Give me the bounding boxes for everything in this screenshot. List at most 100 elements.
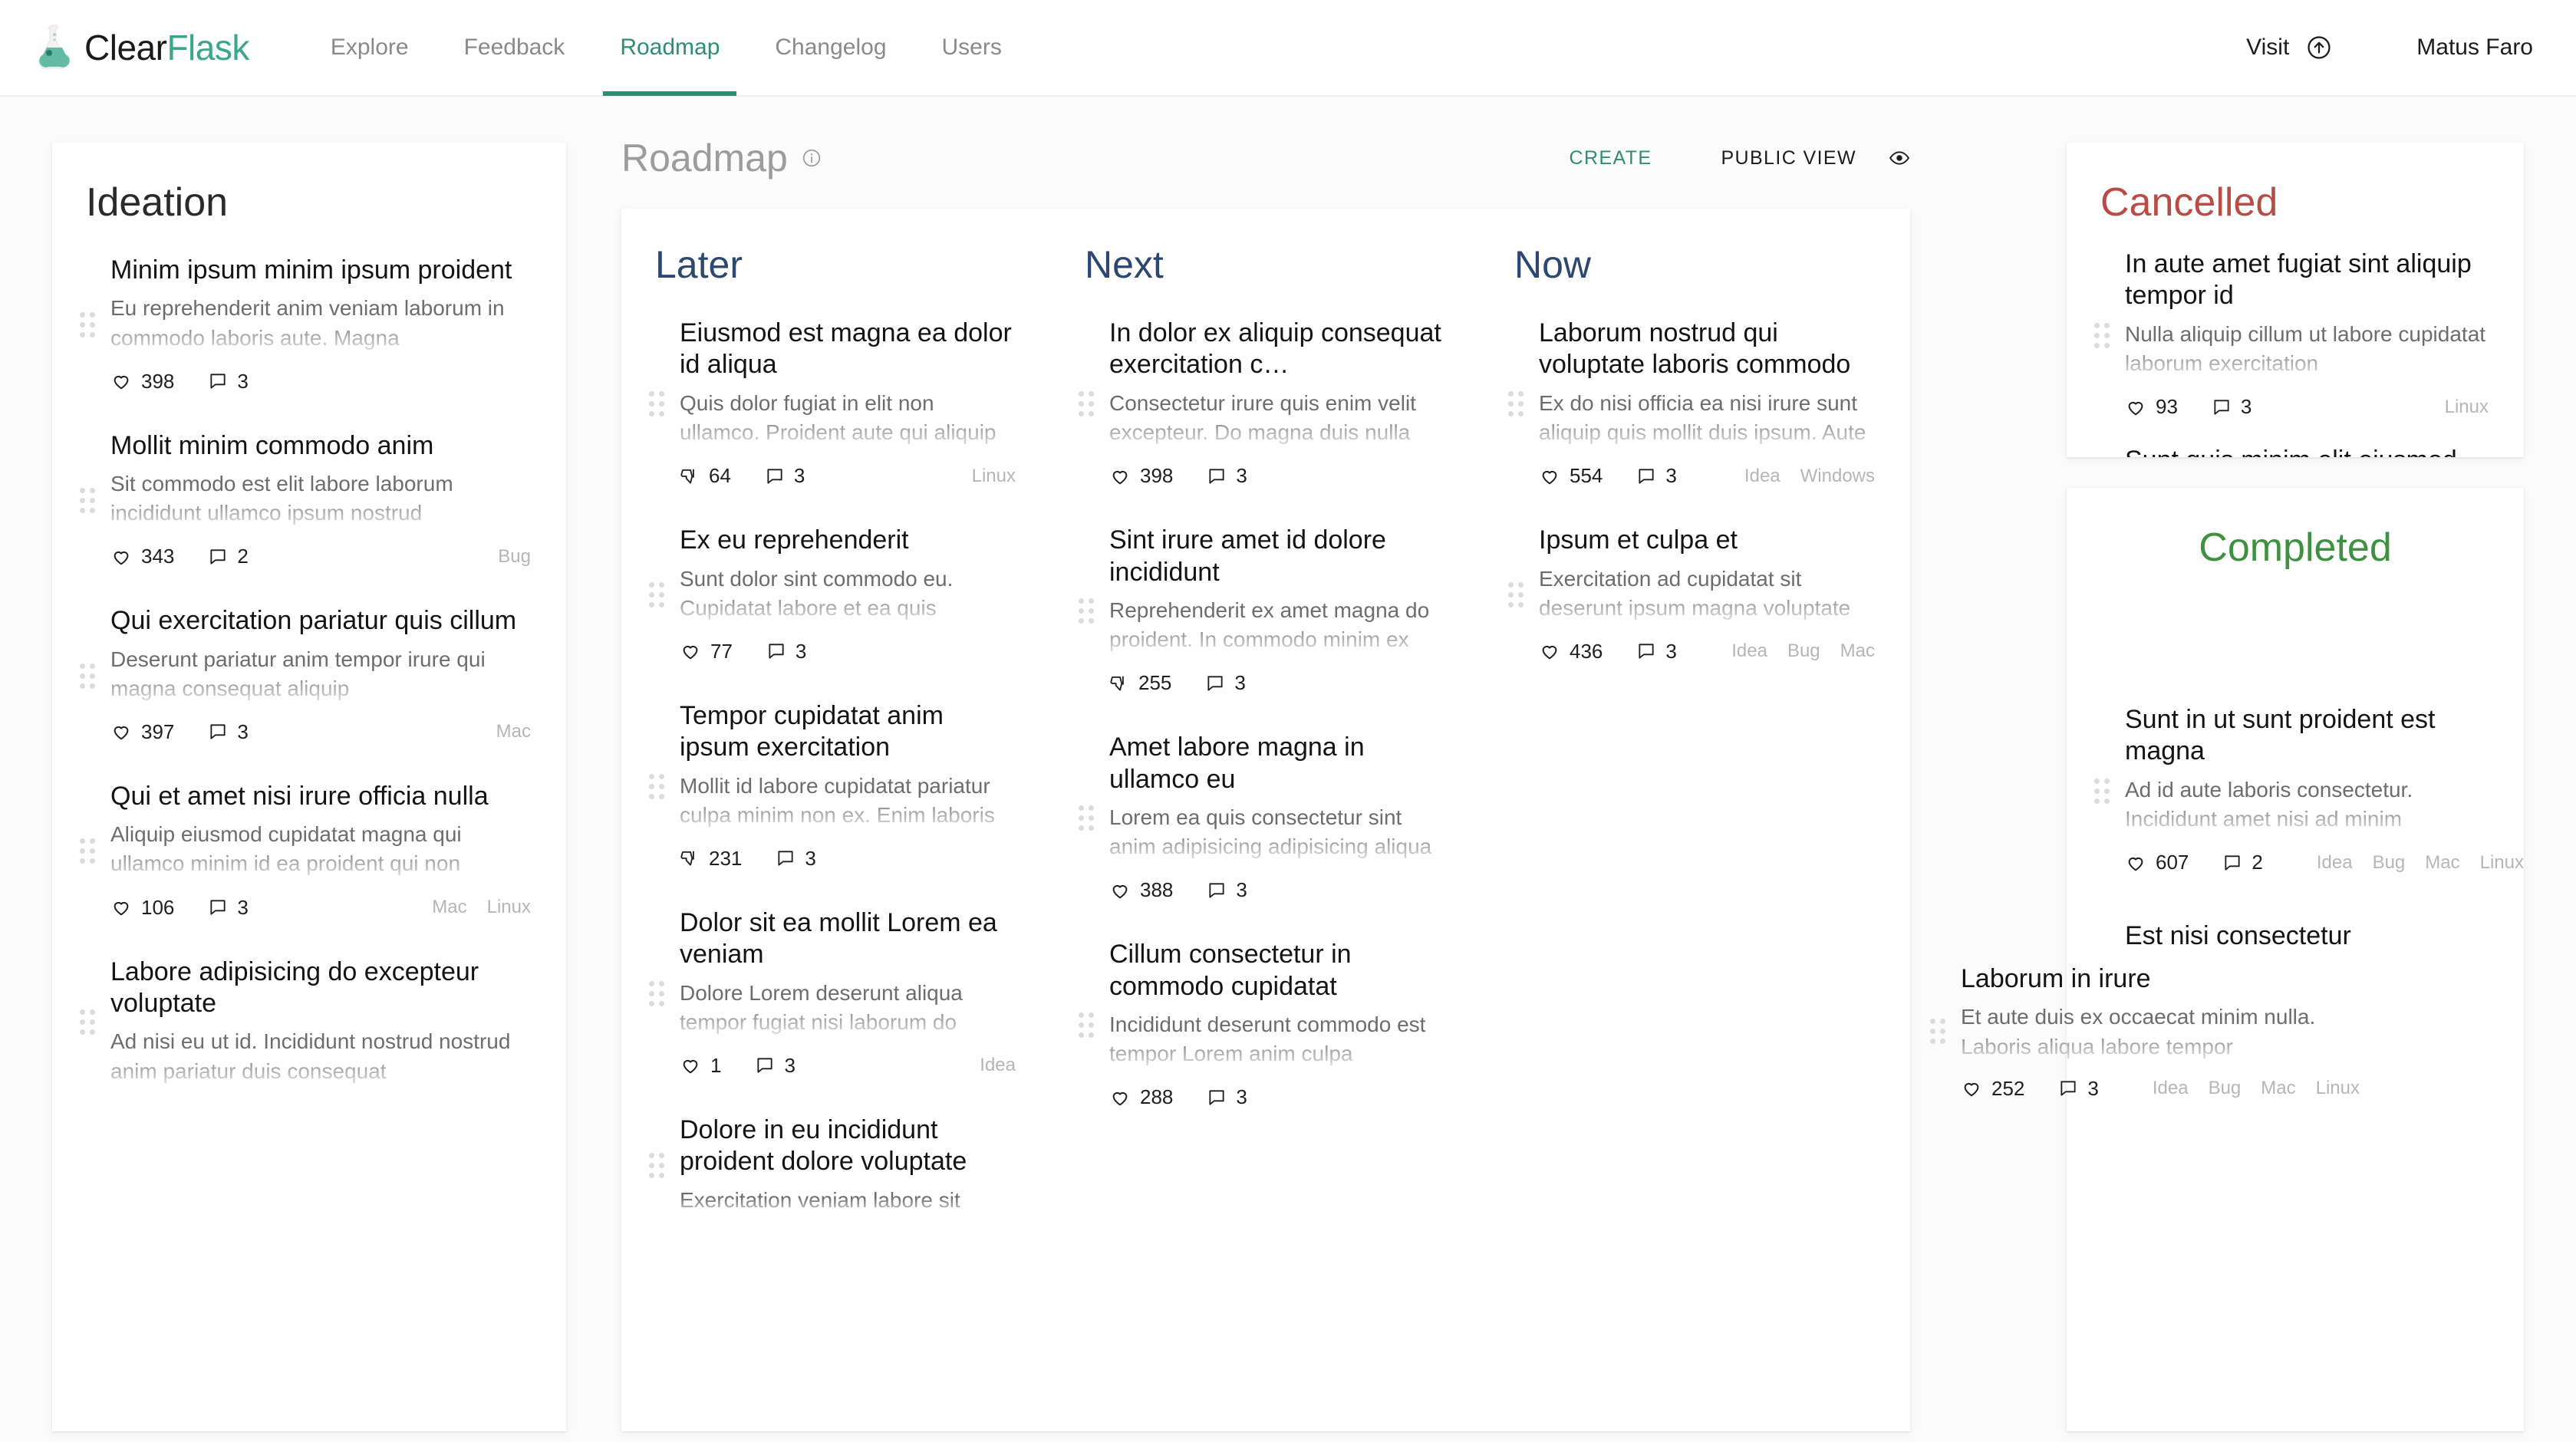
comment-count[interactable]: 3 xyxy=(765,464,805,488)
vote-count[interactable]: 252 xyxy=(1961,1077,2024,1101)
drag-handle-icon[interactable] xyxy=(1079,1012,1094,1039)
comment-count[interactable]: 3 xyxy=(208,369,249,393)
drag-handle-icon[interactable] xyxy=(1079,391,1094,417)
list-item[interactable]: Est nisi consectetur xyxy=(2067,890,2524,967)
drag-handle-icon[interactable] xyxy=(80,663,95,690)
visit-button[interactable]: Visit xyxy=(2246,35,2332,61)
nav-item-users[interactable]: Users xyxy=(914,0,1029,96)
comment-count[interactable]: 2 xyxy=(208,545,249,568)
comment-count[interactable]: 3 xyxy=(208,720,249,744)
list-item[interactable]: Mollit minim commodo anim Sit commodo es… xyxy=(52,413,566,589)
drag-handle-icon[interactable] xyxy=(649,773,664,800)
heart-icon xyxy=(1112,884,1128,899)
list-item[interactable]: Tempor cupidatat anim ipsum exercitation… xyxy=(621,683,1051,891)
vote-count[interactable]: 288 xyxy=(1109,1085,1173,1109)
thumbs-down-icon xyxy=(680,469,694,484)
comment-count[interactable]: 3 xyxy=(1636,640,1677,663)
vote-count[interactable]: 554 xyxy=(1539,464,1603,488)
comment-count[interactable]: 3 xyxy=(776,847,816,871)
comment-count[interactable]: 3 xyxy=(1636,464,1677,488)
card-footer: 398 3 xyxy=(1109,464,1445,488)
list-item[interactable]: Ipsum et culpa et Exercitation ad cupida… xyxy=(1481,508,1910,683)
list-item[interactable]: Labore adipisicing do excepteur voluptat… xyxy=(52,940,566,1106)
drag-handle-icon[interactable] xyxy=(80,838,95,864)
drag-handle-icon[interactable] xyxy=(1930,1019,1945,1045)
comment-count[interactable]: 3 xyxy=(1207,878,1247,902)
drag-handle-icon[interactable] xyxy=(1508,391,1524,417)
tag: Bug xyxy=(1787,640,1820,662)
vote-count[interactable]: 1 xyxy=(680,1054,721,1078)
list-item[interactable]: Sint irure amet id dolore incididunt Rep… xyxy=(1051,508,1481,715)
account-menu-button[interactable]: Matus Faro xyxy=(2416,35,2533,61)
list-item[interactable]: Eiusmod est magna ea dolor id aliqua Qui… xyxy=(621,301,1051,508)
list-item[interactable]: Sunt quis minim elit eiusmod proident Re… xyxy=(2067,434,2524,457)
comment-count[interactable]: 3 xyxy=(1205,671,1246,695)
comment-count[interactable]: 3 xyxy=(1207,1085,1247,1109)
drag-handle-icon[interactable] xyxy=(649,1153,664,1179)
heart-icon xyxy=(114,901,129,916)
comment-count[interactable]: 3 xyxy=(208,896,249,920)
list-item[interactable]: Sunt in ut sunt proident est magna Ad id… xyxy=(2067,693,2524,890)
drag-handle-icon[interactable] xyxy=(80,312,95,338)
vote-count[interactable]: 388 xyxy=(1109,878,1173,902)
drag-handle-icon[interactable] xyxy=(649,582,664,608)
drag-handle-icon[interactable] xyxy=(1508,582,1524,608)
card-footer: 288 3 xyxy=(1109,1085,1445,1109)
nav-item-changelog[interactable]: Changelog xyxy=(747,0,914,96)
comment-count[interactable]: 2 xyxy=(2222,851,2263,874)
list-item[interactable]: Qui exercitation pariatur quis cillum De… xyxy=(52,588,566,764)
vote-count[interactable]: 93 xyxy=(2125,395,2178,419)
list-item[interactable]: Dolor sit ea mollit Lorem ea veniam Dolo… xyxy=(621,891,1051,1098)
list-item[interactable]: Minim ipsum minim ipsum proident Eu repr… xyxy=(52,238,566,413)
vote-count[interactable]: 231 xyxy=(680,847,742,871)
vote-count[interactable]: 106 xyxy=(110,896,174,920)
create-button[interactable]: CREATE xyxy=(1570,147,1652,170)
list-item[interactable]: In dolor ex aliquip consequat exercitati… xyxy=(1051,301,1481,508)
drag-handle-icon[interactable] xyxy=(80,1009,95,1035)
list-item[interactable]: Laborum nostrud qui voluptate laboris co… xyxy=(1481,301,1910,508)
tag: Linux xyxy=(2315,1078,2360,1099)
list-item[interactable]: In aute amet fugiat sint aliquip tempor … xyxy=(2067,238,2524,434)
comment-count[interactable]: 3 xyxy=(755,1053,796,1078)
vote-count[interactable]: 607 xyxy=(2125,851,2189,874)
comment-count[interactable]: 3 xyxy=(2058,1077,2099,1101)
comment-count[interactable]: 3 xyxy=(766,640,806,663)
vote-count[interactable]: 397 xyxy=(110,720,174,744)
comment-count[interactable]: 3 xyxy=(1207,464,1247,488)
vote-count[interactable]: 398 xyxy=(110,370,174,393)
comment-count[interactable]: 3 xyxy=(2212,395,2252,419)
vote-count[interactable]: 64 xyxy=(680,464,731,488)
dragging-card[interactable]: Laborum in irure Et aute duis ex occaeca… xyxy=(1902,963,2363,1101)
nav-item-feedback[interactable]: Feedback xyxy=(436,0,593,96)
drag-handle-icon[interactable] xyxy=(2094,779,2110,805)
nav-item-roadmap[interactable]: Roadmap xyxy=(592,0,747,96)
public-view-button[interactable]: PUBLIC VIEW xyxy=(1721,147,1910,170)
nav-item-explore[interactable]: Explore xyxy=(303,0,436,96)
list-item[interactable]: Qui et amet nisi irure officia nulla Ali… xyxy=(52,764,566,940)
vote-count[interactable]: 77 xyxy=(680,640,733,663)
card-footer: 343 2 Bug xyxy=(110,545,531,568)
vote-count[interactable]: 255 xyxy=(1109,671,1171,695)
vote-count[interactable]: 436 xyxy=(1539,640,1603,663)
vote-count[interactable]: 398 xyxy=(1109,464,1173,488)
drag-handle-icon[interactable] xyxy=(80,487,95,514)
info-circle-icon[interactable] xyxy=(802,148,822,168)
card-description: Sit commodo est elit labore laborum inci… xyxy=(110,472,453,525)
thumbs-down-icon xyxy=(680,851,694,866)
drag-handle-icon[interactable] xyxy=(1079,805,1094,831)
card-title: Ipsum et culpa et xyxy=(1539,525,1738,555)
comment-count-value: 3 xyxy=(784,1053,796,1077)
brand-name-first: Clear xyxy=(84,28,167,67)
list-item[interactable]: Ex eu reprehenderit Sunt dolor sint comm… xyxy=(621,508,1051,683)
drag-handle-icon[interactable] xyxy=(649,391,664,417)
list-item[interactable]: Dolore in eu incididunt proident dolore … xyxy=(621,1098,1051,1235)
drag-handle-icon[interactable] xyxy=(1079,598,1094,624)
list-item[interactable]: Cillum consectetur in commodo cupidatat … xyxy=(1051,922,1481,1129)
comment-icon xyxy=(1639,644,1654,659)
comment-count-value: 3 xyxy=(237,369,249,393)
drag-handle-icon[interactable] xyxy=(2094,323,2110,349)
brand-logo[interactable]: ClearFlask xyxy=(37,24,249,71)
drag-handle-icon[interactable] xyxy=(649,980,664,1007)
list-item[interactable]: Amet labore magna in ullamco eu Lorem ea… xyxy=(1051,715,1481,922)
vote-count[interactable]: 343 xyxy=(110,545,174,568)
